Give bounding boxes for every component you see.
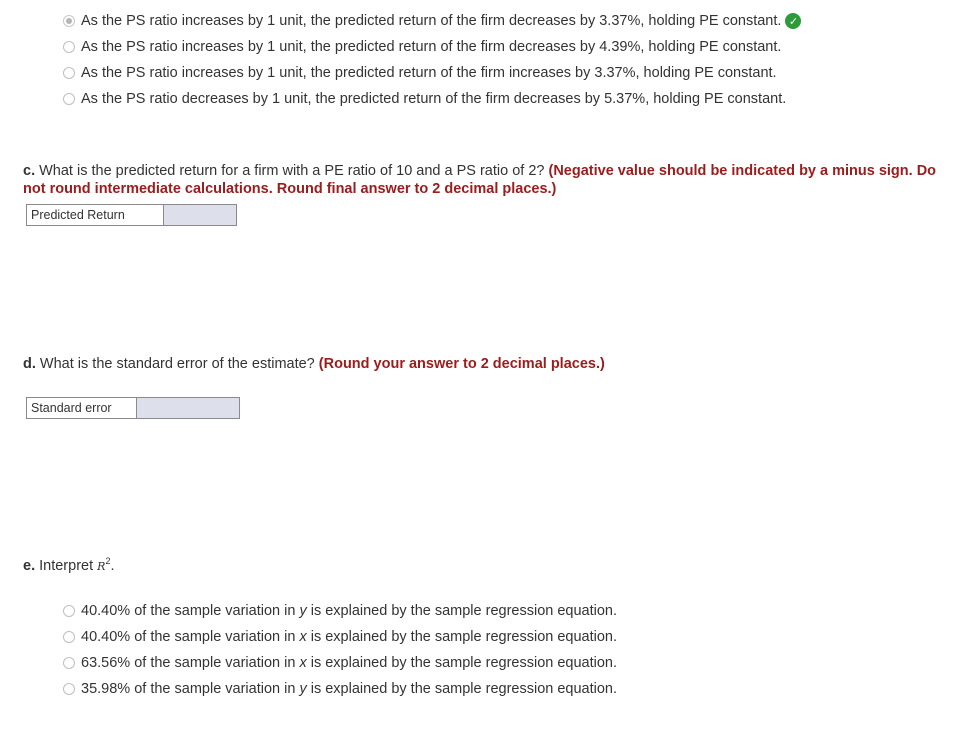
option-b-3[interactable]: As the PS ratio increases by 1 unit, the… [63, 65, 777, 81]
correct-check-icon: ✓ [785, 13, 802, 29]
option-e-1[interactable]: 40.40% of the sample variation in y is e… [63, 603, 617, 619]
predicted-return-field-row: Predicted Return [26, 204, 237, 226]
option-text: As the PS ratio increases by 1 unit, the… [81, 39, 782, 55]
question-c: c. What is the predicted return for a fi… [23, 162, 943, 198]
radio-button[interactable] [63, 41, 75, 53]
radio-button[interactable] [63, 67, 75, 79]
question-text: What is the predicted return for a firm … [35, 163, 549, 179]
field-label: Standard error [27, 398, 137, 418]
option-e-3[interactable]: 63.56% of the sample variation in x is e… [63, 655, 617, 671]
option-e-4[interactable]: 35.98% of the sample variation in y is e… [63, 681, 617, 697]
radio-button-selected[interactable] [63, 15, 75, 27]
radio-button[interactable] [63, 683, 75, 695]
part-label: d. [23, 356, 36, 372]
question-text: Interpret [35, 557, 98, 574]
option-text: 40.40% of the sample variation in y is e… [81, 603, 618, 619]
part-label: c. [23, 163, 36, 179]
radio-button[interactable] [63, 93, 75, 105]
field-label: Predicted Return [27, 205, 164, 225]
predicted-return-input[interactable] [164, 205, 236, 225]
option-text: As the PS ratio increases by 1 unit, the… [81, 13, 782, 29]
standard-error-field-row: Standard error [26, 397, 240, 419]
question-e: e. Interpret R2. [23, 552, 115, 576]
instruction-text: (Round your answer to 2 decimal places.) [318, 356, 605, 372]
question-text: What is the standard error of the estima… [35, 356, 319, 372]
radio-button[interactable] [63, 631, 75, 643]
period: . [110, 557, 115, 574]
option-text: As the PS ratio increases by 1 unit, the… [81, 65, 777, 81]
option-text: As the PS ratio decreases by 1 unit, the… [81, 91, 787, 107]
part-label: e. [23, 557, 36, 574]
option-b-1[interactable]: As the PS ratio increases by 1 unit, the… [63, 13, 802, 29]
question-d: d. What is the standard error of the est… [23, 355, 943, 373]
radio-button[interactable] [63, 605, 75, 617]
option-text: 63.56% of the sample variation in x is e… [81, 655, 618, 671]
option-b-4[interactable]: As the PS ratio decreases by 1 unit, the… [63, 91, 786, 107]
option-text: 35.98% of the sample variation in y is e… [81, 681, 618, 697]
option-b-2[interactable]: As the PS ratio increases by 1 unit, the… [63, 39, 781, 55]
radio-button[interactable] [63, 657, 75, 669]
option-e-2[interactable]: 40.40% of the sample variation in x is e… [63, 629, 617, 645]
option-text: 40.40% of the sample variation in x is e… [81, 629, 618, 645]
standard-error-input[interactable] [137, 398, 239, 418]
